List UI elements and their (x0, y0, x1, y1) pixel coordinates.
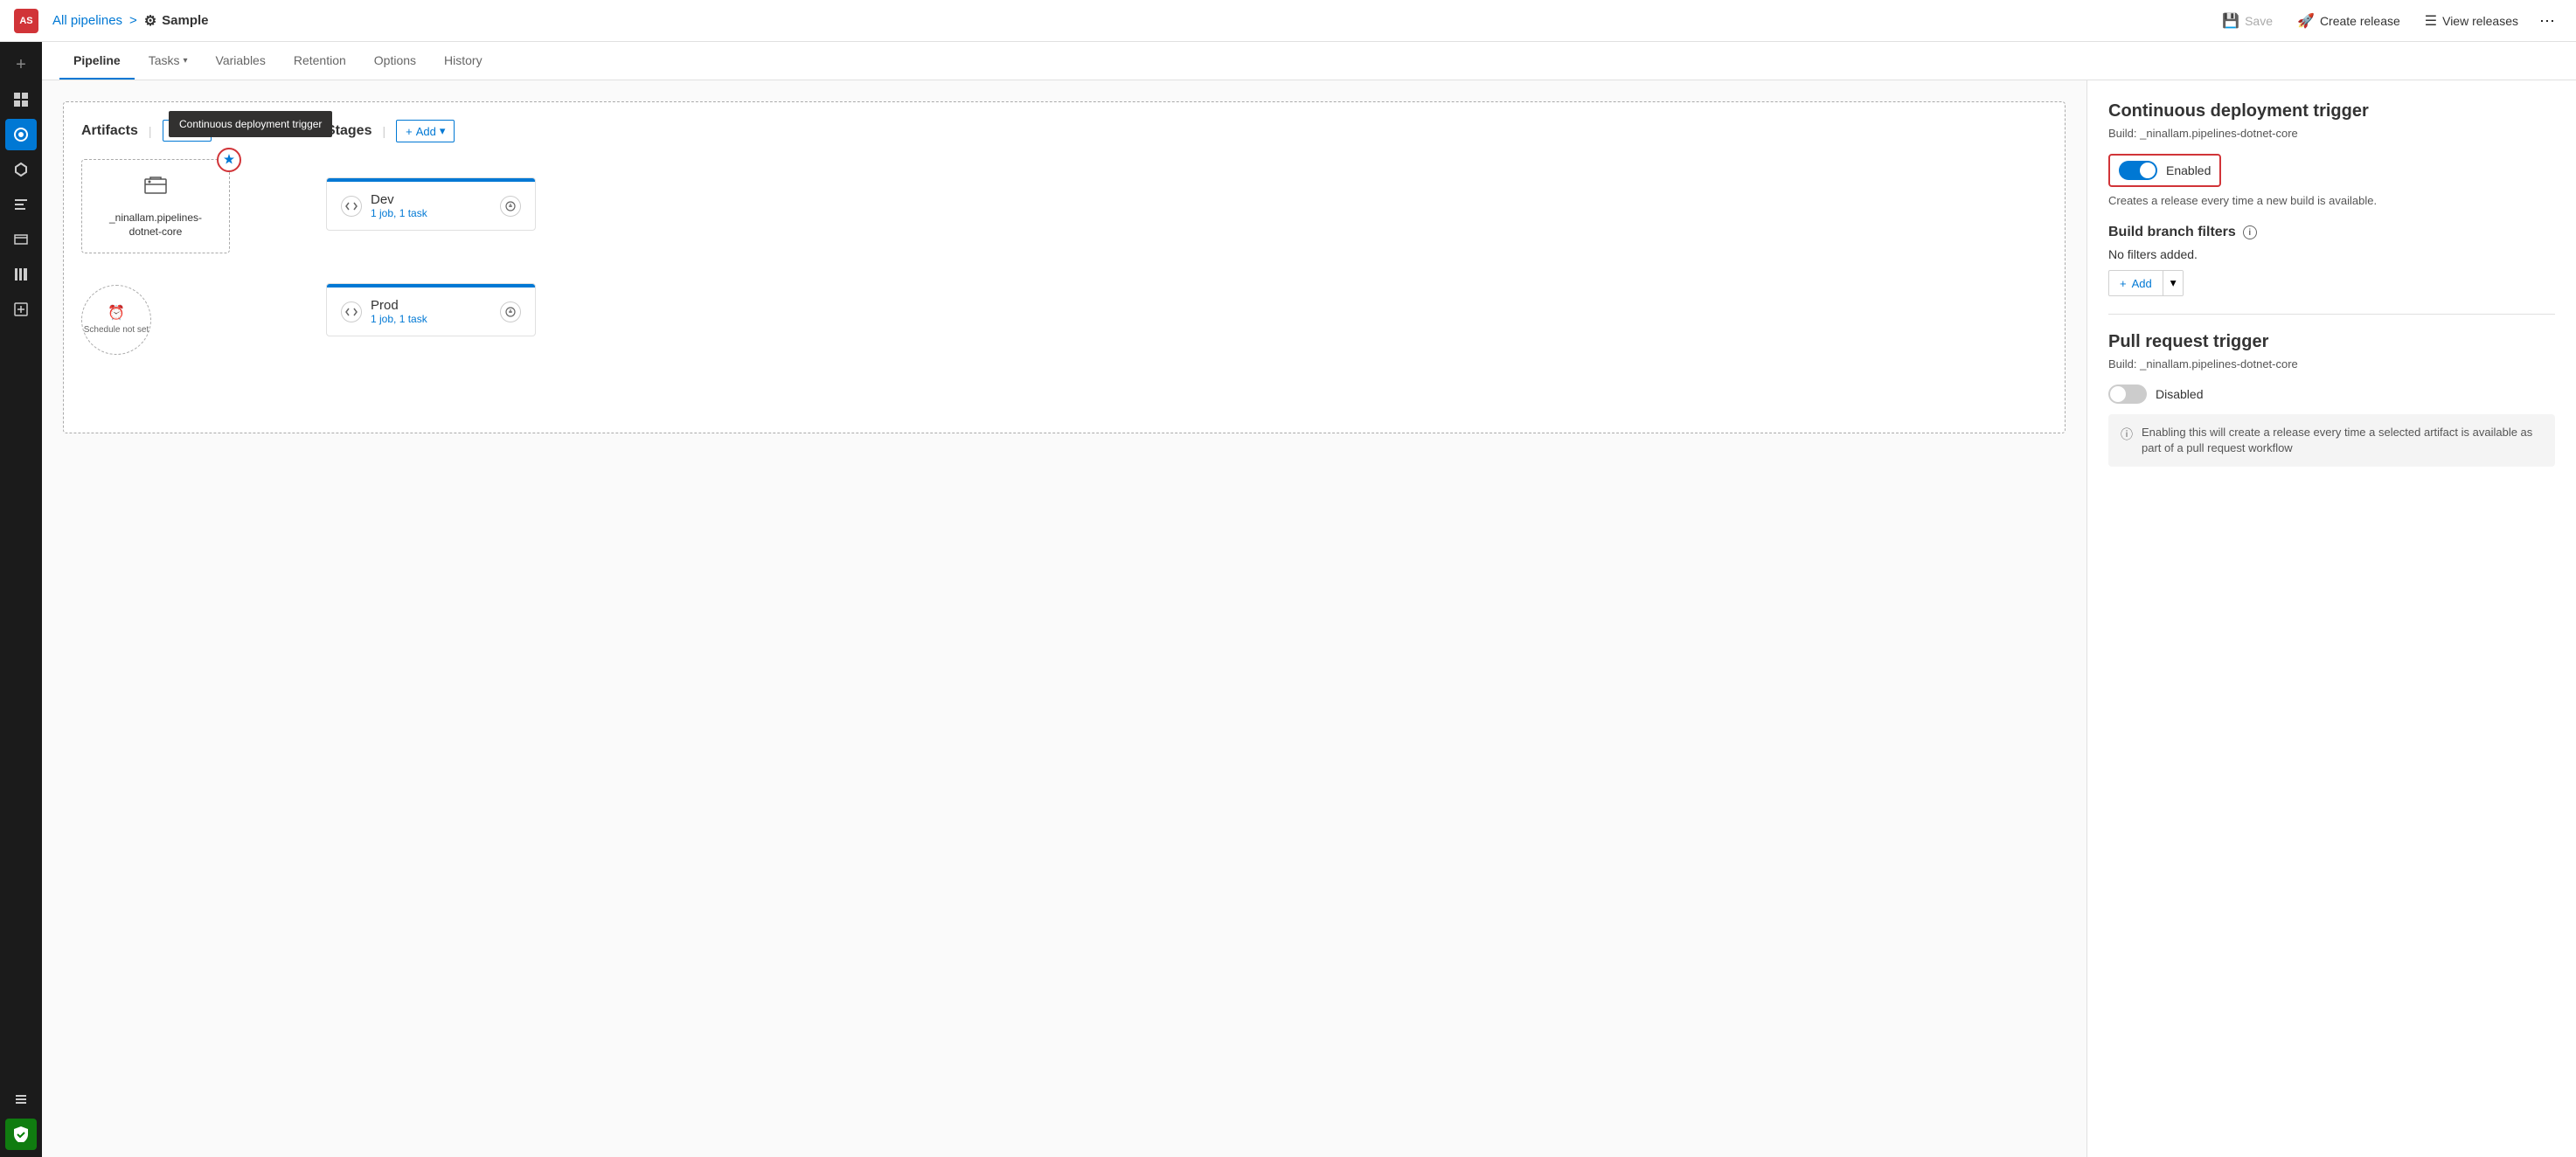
breadcrumb: All pipelines > ⚙ Sample (52, 12, 209, 30)
sidebar-item-library[interactable] (5, 259, 37, 290)
avatar: AS (14, 9, 38, 33)
tab-history[interactable]: History (430, 43, 496, 80)
tab-pipeline[interactable]: Pipeline (59, 43, 135, 80)
prod-stage-icon (341, 301, 362, 322)
list-icon: ☰ (2425, 12, 2437, 30)
sidebar-item-tasks[interactable] (5, 294, 37, 325)
stage-card-prod: Prod 1 job, 1 task (326, 283, 536, 336)
view-releases-button[interactable]: ☰ View releases (2414, 7, 2529, 35)
pr-info-box: ⓘ Enabling this will create a release ev… (2108, 414, 2555, 467)
schedule-label: Schedule not set (84, 325, 149, 336)
pr-trigger-title: Pull request trigger (2108, 332, 2555, 352)
dev-stage-info: Dev 1 job, 1 task (371, 192, 491, 219)
build-branch-filters-info-icon[interactable]: i (2243, 225, 2257, 239)
save-button[interactable]: 💾 Save (2211, 7, 2283, 35)
no-filters-label: No filters added. (2108, 247, 2555, 261)
schedule-icon: ⏰ (108, 304, 125, 322)
chevron-down-icon: ▾ (2170, 276, 2177, 289)
pr-info-text: Enabling this will create a release ever… (2142, 425, 2543, 456)
pr-info-icon: ⓘ (2121, 426, 2133, 443)
cd-trigger-subtitle: Build: _ninallam.pipelines-dotnet-core (2108, 127, 2555, 140)
create-release-button[interactable]: 🚀 Create release (2287, 7, 2411, 35)
content-area: Continuous deployment trigger Artifacts … (42, 80, 2576, 1157)
cd-toggle-label: Enabled (2166, 163, 2211, 177)
stages-title: Stages (326, 123, 371, 139)
prod-pre-deployment-icon[interactable] (500, 301, 521, 322)
topbar: AS All pipelines > ⚙ Sample 💾 Save 🚀 Cre… (0, 0, 2576, 42)
stages-add-button[interactable]: + Add ▾ (396, 120, 455, 142)
dev-stage-icon (341, 196, 362, 217)
cd-toggle-thumb (2140, 163, 2156, 178)
layout: + Pipeline Task (0, 42, 2576, 1157)
artifact-card: _ninallam.pipelines-dotnet-core (81, 159, 230, 253)
dev-stage-right (500, 196, 521, 217)
main: Pipeline Tasks ▾ Variables Retention Opt… (42, 42, 2576, 1157)
add-filter-plus-icon: + (2120, 277, 2127, 290)
artifacts-title: Artifacts (81, 123, 138, 139)
tab-retention[interactable]: Retention (280, 43, 360, 80)
sidebar-item-dashboard[interactable] (5, 84, 37, 115)
stages-section: Stages | + Add ▾ (274, 120, 2047, 336)
build-branch-filters-heading: Build branch filters i (2108, 225, 2555, 240)
sidebar-item-pipelines[interactable] (5, 119, 37, 150)
pr-toggle-label: Disabled (2156, 387, 2203, 401)
stage-card-dev: Dev 1 job, 1 task (326, 177, 536, 231)
pipeline-sections: Artifacts | + Add (81, 120, 2047, 355)
rocket-icon: 🚀 (2297, 12, 2315, 30)
pipeline-icon: ⚙ (144, 12, 156, 30)
right-panel: Continuous deployment trigger Build: _ni… (2086, 80, 2576, 1157)
sidebar: + (0, 42, 42, 1157)
tooltip: Continuous deployment trigger (169, 111, 332, 137)
sidebar-item-external[interactable] (5, 1084, 37, 1115)
tab-variables[interactable]: Variables (202, 43, 280, 80)
cd-toggle-row: Enabled (2108, 154, 2221, 187)
sidebar-item-plus[interactable]: + (5, 49, 37, 80)
dev-pre-deployment-icon[interactable] (500, 196, 521, 217)
sidebar-item-artifacts[interactable] (5, 224, 37, 255)
breadcrumb-separator: > (129, 13, 137, 28)
stage-body-dev: Dev 1 job, 1 task (327, 182, 535, 230)
artifacts-section: Artifacts | + Add (81, 120, 274, 355)
save-icon: 💾 (2222, 12, 2239, 30)
cd-trigger-button[interactable] (217, 148, 241, 172)
cd-toggle[interactable] (2119, 161, 2157, 180)
artifact-name: _ninallam.pipelines-dotnet-core (96, 211, 215, 239)
schedule-card[interactable]: ⏰ Schedule not set (81, 285, 151, 355)
cd-description: Creates a release every time a new build… (2108, 194, 2555, 207)
pipeline-canvas: Continuous deployment trigger Artifacts … (42, 80, 2086, 1157)
pr-trigger-subtitle: Build: _ninallam.pipelines-dotnet-core (2108, 357, 2555, 371)
more-options-button[interactable]: ··· (2532, 6, 2562, 35)
topbar-actions: 💾 Save 🚀 Create release ☰ View releases … (2211, 6, 2562, 35)
tabbar: Pipeline Tasks ▾ Variables Retention Opt… (42, 42, 2576, 80)
add-filter-btn: + Add ▾ (2108, 270, 2184, 296)
sidebar-item-deploy[interactable] (5, 154, 37, 185)
sidebar-item-test[interactable] (5, 189, 37, 220)
panel-divider (2108, 314, 2555, 315)
schedule-row: ⏰ Schedule not set (81, 267, 274, 355)
breadcrumb-current: ⚙ Sample (144, 12, 209, 30)
sidebar-item-shield[interactable] (5, 1119, 37, 1150)
dev-stage-subtitle: 1 job, 1 task (371, 207, 491, 219)
prod-stage-right (500, 301, 521, 322)
pr-toggle[interactable] (2108, 385, 2147, 404)
tab-options[interactable]: Options (360, 43, 430, 80)
prod-stage-info: Prod 1 job, 1 task (371, 298, 491, 325)
pipeline-container: Continuous deployment trigger Artifacts … (63, 101, 2066, 433)
tab-tasks[interactable]: Tasks ▾ (135, 43, 202, 80)
prod-stage-name: Prod (371, 298, 491, 313)
pr-toggle-thumb (2110, 386, 2126, 402)
add-filter-main-button[interactable]: + Add (2109, 272, 2163, 295)
add-filter-dropdown-button[interactable]: ▾ (2163, 271, 2184, 295)
stages-header: Stages | + Add ▾ (326, 120, 2047, 142)
artifact-icon (143, 174, 168, 204)
cd-trigger-title: Continuous deployment trigger (2108, 101, 2555, 121)
breadcrumb-link[interactable]: All pipelines (52, 13, 122, 28)
dev-stage-name: Dev (371, 192, 491, 207)
prod-stage-subtitle: 1 job, 1 task (371, 313, 491, 325)
stage-body-prod: Prod 1 job, 1 task (327, 288, 535, 336)
pr-toggle-row: Disabled (2108, 385, 2555, 404)
